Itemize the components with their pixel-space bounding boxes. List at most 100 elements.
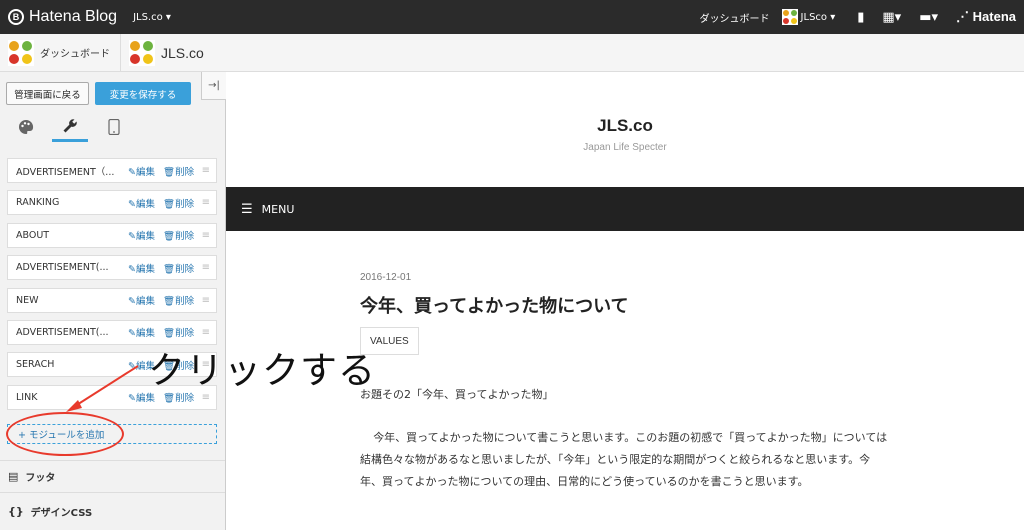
- module-name: RANKING: [16, 197, 60, 209]
- global-header: B Hatena Blog JLS.co ▾ ダッシュボード JLSco ▾ ▮…: [0, 0, 1024, 34]
- sidebar-tabs: [0, 112, 225, 142]
- blog-name-link[interactable]: JLS.co: [121, 34, 212, 72]
- module-name: ADVERTISEMENT（...: [16, 166, 115, 178]
- hamburger-icon: ☰: [241, 201, 253, 217]
- module-edit-label: 編集: [135, 198, 155, 210]
- module-edit-label: 編集: [135, 328, 155, 340]
- module-item[interactable]: RANKING ✎編集 🗑削除 ≡: [7, 190, 217, 216]
- post-title[interactable]: 今年、買ってよかった物について: [360, 292, 629, 318]
- trash-icon: 🗑: [163, 166, 176, 178]
- blog-selector[interactable]: JLS.co ▾: [133, 12, 171, 23]
- module-name: ADVERTISEMENT(...: [16, 326, 109, 338]
- save-changes-button[interactable]: 変更を保存する: [95, 82, 191, 105]
- module-edit-label: 編集: [135, 296, 155, 308]
- dashboard-shortcut[interactable]: ダッシュボード: [0, 33, 121, 72]
- menu-label: MENU: [261, 202, 295, 216]
- user-avatar-icon: [781, 9, 798, 25]
- module-edit-link[interactable]: ✎編集: [128, 261, 155, 275]
- module-item[interactable]: ABOUT ✎編集 🗑削除 ≡: [7, 222, 217, 248]
- module-delete-link[interactable]: 🗑削除: [163, 293, 194, 307]
- code-braces-icon: {}: [8, 505, 24, 518]
- pencil-icon: ✎: [128, 166, 136, 178]
- user-menu-label: JLSco ▾: [800, 11, 836, 23]
- brand-label: Hatena Blog: [29, 8, 118, 25]
- tab-customize[interactable]: [52, 112, 88, 142]
- hatena-label: Hatena: [972, 9, 1016, 24]
- tab-smartphone[interactable]: [96, 112, 132, 142]
- dashboard-link[interactable]: ダッシュボード: [700, 10, 770, 25]
- footer-layout-icon: ▤: [8, 470, 19, 483]
- post-date[interactable]: 2016-12-01: [360, 272, 411, 283]
- module-item[interactable]: NEW ✎編集 🗑削除 ≡: [7, 287, 217, 313]
- module-name: ADVERTISEMENT(...: [16, 262, 109, 274]
- callout-text: クリックする: [148, 349, 376, 392]
- module-delete-label: 削除: [175, 328, 195, 340]
- drag-handle-icon[interactable]: ≡: [202, 197, 210, 208]
- hatena-mark-icon: ⋰: [956, 9, 973, 24]
- module-delete-link[interactable]: 🗑削除: [163, 196, 194, 210]
- drag-handle-icon[interactable]: ≡: [202, 165, 210, 176]
- notification-icon[interactable]: ▬▾: [919, 10, 938, 25]
- wrench-icon: [63, 118, 77, 132]
- trash-icon: 🗑: [163, 296, 176, 308]
- post-body: 今年、買ってよかった物について書こうと思います。このお題の初感で「買ってよかった…: [360, 431, 888, 488]
- module-delete-label: 削除: [175, 296, 195, 308]
- dashboard-label: ダッシュボード: [40, 49, 110, 60]
- apps-grid-icon[interactable]: ▦▾: [882, 10, 901, 25]
- module-edit-link[interactable]: ✎編集: [128, 228, 155, 242]
- collapse-sidebar-icon[interactable]: →|: [201, 72, 226, 100]
- module-edit-label: 編集: [135, 263, 155, 275]
- module-delete-label: 削除: [175, 166, 195, 178]
- pencil-icon: ✎: [128, 198, 136, 210]
- blog-preview: JLS.co Japan Life Specter ☰ MENU 2016-12…: [226, 72, 1024, 530]
- trash-icon: 🗑: [163, 263, 176, 275]
- sidebar-actions: 管理画面に戻る 変更を保存する: [6, 82, 191, 105]
- module-delete-link[interactable]: 🗑削除: [163, 228, 194, 242]
- module-edit-link[interactable]: ✎編集: [128, 325, 155, 339]
- trash-icon: 🗑: [163, 328, 176, 340]
- trash-icon: 🗑: [163, 198, 176, 210]
- site-subtitle: Japan Life Specter: [583, 142, 667, 153]
- drag-handle-icon[interactable]: ≡: [202, 230, 210, 241]
- drag-handle-icon[interactable]: ≡: [202, 295, 210, 306]
- module-delete-label: 削除: [175, 393, 195, 405]
- tab-design[interactable]: [8, 112, 44, 142]
- module-edit-link[interactable]: ✎編集: [128, 196, 155, 210]
- blog-name: JLS.co: [161, 44, 204, 61]
- pencil-icon: ✎: [128, 296, 136, 308]
- smartphone-icon: [108, 119, 120, 135]
- hatena-blog-logo[interactable]: B Hatena Blog: [8, 8, 117, 26]
- design-css-section[interactable]: {} デザインCSS: [0, 492, 225, 530]
- header-right: ダッシュボード JLSco ▾ ▮ ▦▾ ▬▾ ⋰ Hatena: [700, 0, 1024, 34]
- back-to-admin-button[interactable]: 管理画面に戻る: [6, 82, 89, 105]
- module-edit-link[interactable]: ✎編集: [128, 164, 155, 178]
- global-menu-bar[interactable]: ☰ MENU: [226, 187, 1024, 231]
- module-delete-link[interactable]: 🗑削除: [163, 164, 194, 178]
- module-edit-link[interactable]: ✎編集: [128, 293, 155, 307]
- user-menu[interactable]: JLSco ▾: [781, 9, 836, 25]
- module-delete-label: 削除: [175, 263, 195, 275]
- module-name: NEW: [16, 294, 39, 306]
- trash-icon: 🗑: [163, 231, 176, 243]
- callout-arrow-icon: [66, 365, 139, 412]
- footer-section[interactable]: ▤ フッタ: [0, 460, 225, 492]
- hatena-link[interactable]: ⋰ Hatena: [956, 9, 1016, 25]
- drag-handle-icon[interactable]: ≡: [202, 327, 210, 338]
- blog-avatar-icon: [8, 39, 34, 66]
- design-css-label: デザインCSS: [30, 508, 93, 519]
- module-edit-label: 編集: [135, 231, 155, 243]
- blog-subheader: ダッシュボード JLS.co: [0, 33, 1024, 72]
- post-lead: お題その2「今年、買ってよかった物」: [360, 388, 554, 401]
- module-item[interactable]: ADVERTISEMENT（... ✎編集 🗑削除 ≡: [7, 158, 217, 183]
- module-delete-link[interactable]: 🗑削除: [163, 261, 194, 275]
- module-delete-link[interactable]: 🗑削除: [163, 325, 194, 339]
- bookmark-icon[interactable]: ▮: [857, 10, 864, 25]
- pencil-icon: ✎: [128, 263, 136, 275]
- drag-handle-icon[interactable]: ≡: [202, 262, 210, 273]
- site-title[interactable]: JLS.co: [226, 116, 1024, 136]
- trash-icon: 🗑: [163, 393, 176, 405]
- footer-section-label: フッタ: [25, 473, 56, 484]
- module-name: ABOUT: [16, 229, 50, 241]
- blog-avatar-icon: [129, 39, 155, 66]
- module-item[interactable]: ADVERTISEMENT(... ✎編集 🗑削除 ≡: [7, 255, 217, 281]
